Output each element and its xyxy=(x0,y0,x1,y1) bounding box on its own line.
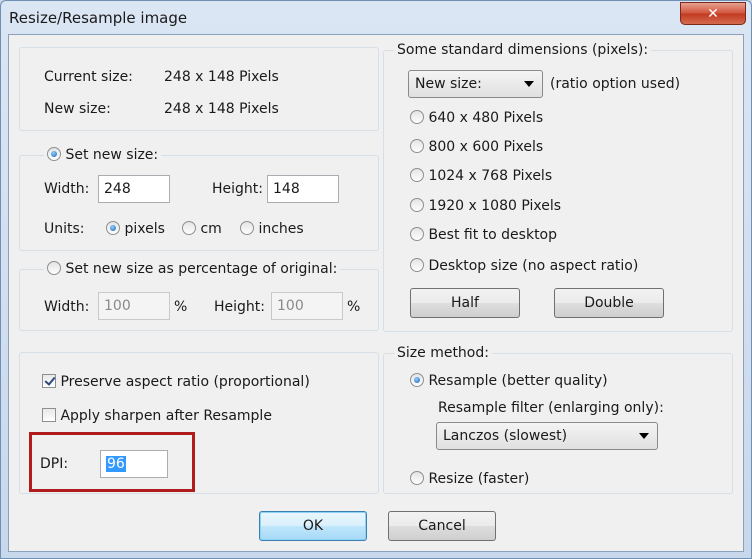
resize-dialog: Resize/Resample image ✕ Current size: 24… xyxy=(0,0,752,559)
sharpen-label: Apply sharpen after Resample xyxy=(60,408,272,424)
resample-label: Resample (better quality) xyxy=(428,373,608,389)
units-label: Units: xyxy=(44,221,85,237)
current-size-value: 248 x 148 Pixels xyxy=(164,69,279,85)
option-1920x1080-label: 1920 x 1080 Pixels xyxy=(428,198,562,214)
option-desktop-size-radio[interactable] xyxy=(410,258,424,272)
option-best-fit-radio[interactable] xyxy=(410,227,424,241)
close-icon: ✕ xyxy=(707,5,719,22)
set-new-size-radio[interactable] xyxy=(47,147,61,161)
option-best-fit-label: Best fit to desktop xyxy=(428,227,558,243)
new-size-label: New size: xyxy=(44,101,111,117)
cancel-button[interactable]: Cancel xyxy=(388,511,496,541)
sharpen-checkbox[interactable] xyxy=(42,408,56,422)
width-label: Width: xyxy=(44,181,90,197)
option-800x600-label: 800 x 600 Pixels xyxy=(428,139,544,155)
resample-option[interactable]: Resample (better quality) xyxy=(410,372,608,390)
standard-size-dropdown[interactable]: New size: xyxy=(408,70,543,98)
resize-radio[interactable] xyxy=(410,471,424,485)
resample-filter-value: Lanczos (slowest) xyxy=(443,428,568,444)
option-800x600[interactable]: 800 x 600 Pixels xyxy=(410,138,543,156)
percentage-legend[interactable]: Set new size as percentage of original: xyxy=(44,261,341,277)
percent-height-input[interactable]: 100 xyxy=(271,292,343,320)
option-1024x768-radio[interactable] xyxy=(410,168,424,182)
option-1024x768-label: 1024 x 768 Pixels xyxy=(428,168,553,184)
height-label: Height: xyxy=(212,181,263,197)
option-800x600-radio[interactable] xyxy=(410,139,424,153)
size-method-group: Size method: Resample (better quality) R… xyxy=(383,345,733,494)
option-640x480-label: 640 x 480 Pixels xyxy=(428,110,544,126)
ok-button[interactable]: OK xyxy=(259,511,367,541)
window-title: Resize/Resample image xyxy=(9,9,188,27)
percent-height-unit: % xyxy=(347,299,361,315)
resize-option[interactable]: Resize (faster) xyxy=(410,470,529,488)
half-button[interactable]: Half xyxy=(410,288,520,318)
unit-inches-label: inches xyxy=(258,221,304,237)
chevron-down-icon xyxy=(639,433,649,439)
standard-dimensions-group: Some standard dimensions (pixels): New s… xyxy=(383,42,733,332)
percent-width-unit: % xyxy=(174,299,188,315)
preserve-aspect-label: Preserve aspect ratio (proportional) xyxy=(60,374,310,390)
percentage-radio[interactable] xyxy=(47,261,61,275)
percent-height-label: Height: xyxy=(214,299,265,315)
size-info-group: Current size: 248 x 148 Pixels New size:… xyxy=(19,47,379,131)
width-input[interactable]: 248 xyxy=(98,175,170,203)
percentage-label: Set new size as percentage of original: xyxy=(65,261,338,277)
unit-pixels-radio[interactable] xyxy=(106,221,120,235)
size-method-legend: Size method: xyxy=(394,345,492,361)
option-desktop-size[interactable]: Desktop size (no aspect ratio) xyxy=(410,257,638,275)
resize-label: Resize (faster) xyxy=(428,471,530,487)
standard-dimensions-legend: Some standard dimensions (pixels): xyxy=(394,42,652,58)
preserve-aspect-option[interactable]: Preserve aspect ratio (proportional) xyxy=(42,373,310,391)
unit-pixels-label: pixels xyxy=(124,221,165,237)
title-bar: Resize/Resample image ✕ xyxy=(1,1,751,35)
resample-radio[interactable] xyxy=(410,373,424,387)
current-size-label: Current size: xyxy=(44,69,133,85)
option-desktop-size-label: Desktop size (no aspect ratio) xyxy=(428,258,639,274)
option-1920x1080[interactable]: 1920 x 1080 Pixels xyxy=(410,197,561,215)
unit-inches-option[interactable]: inches xyxy=(240,220,304,238)
dpi-highlight-box xyxy=(29,432,195,492)
new-size-value: 248 x 148 Pixels xyxy=(164,101,279,117)
unit-cm-option[interactable]: cm xyxy=(182,220,222,238)
option-640x480-radio[interactable] xyxy=(410,110,424,124)
unit-cm-radio[interactable] xyxy=(182,221,196,235)
preserve-aspect-checkbox[interactable] xyxy=(42,374,56,388)
set-new-size-group: Set new size: Width: 248 Height: 148 Uni… xyxy=(19,147,379,251)
percent-width-label: Width: xyxy=(44,299,90,315)
option-640x480[interactable]: 640 x 480 Pixels xyxy=(410,109,543,127)
set-new-size-legend[interactable]: Set new size: xyxy=(44,147,162,163)
chevron-down-icon xyxy=(524,81,534,87)
option-1024x768[interactable]: 1024 x 768 Pixels xyxy=(410,167,552,185)
percentage-group: Set new size as percentage of original: … xyxy=(19,261,379,331)
dialog-client: Current size: 248 x 148 Pixels New size:… xyxy=(8,34,744,552)
height-input[interactable]: 148 xyxy=(267,175,339,203)
unit-pixels-option[interactable]: pixels xyxy=(106,220,165,238)
standard-size-dropdown-value: New size: xyxy=(415,76,482,92)
sharpen-option[interactable]: Apply sharpen after Resample xyxy=(42,407,272,425)
percent-width-input[interactable]: 100 xyxy=(98,292,170,320)
double-button[interactable]: Double xyxy=(554,288,664,318)
option-best-fit[interactable]: Best fit to desktop xyxy=(410,226,557,244)
unit-cm-label: cm xyxy=(200,221,222,237)
ratio-note: (ratio option used) xyxy=(550,76,681,92)
resample-filter-dropdown[interactable]: Lanczos (slowest) xyxy=(436,422,658,450)
unit-inches-radio[interactable] xyxy=(240,221,254,235)
set-new-size-label: Set new size: xyxy=(65,147,159,163)
close-button[interactable]: ✕ xyxy=(680,2,746,25)
filter-label: Resample filter (enlarging only): xyxy=(438,400,664,416)
option-1920x1080-radio[interactable] xyxy=(410,198,424,212)
